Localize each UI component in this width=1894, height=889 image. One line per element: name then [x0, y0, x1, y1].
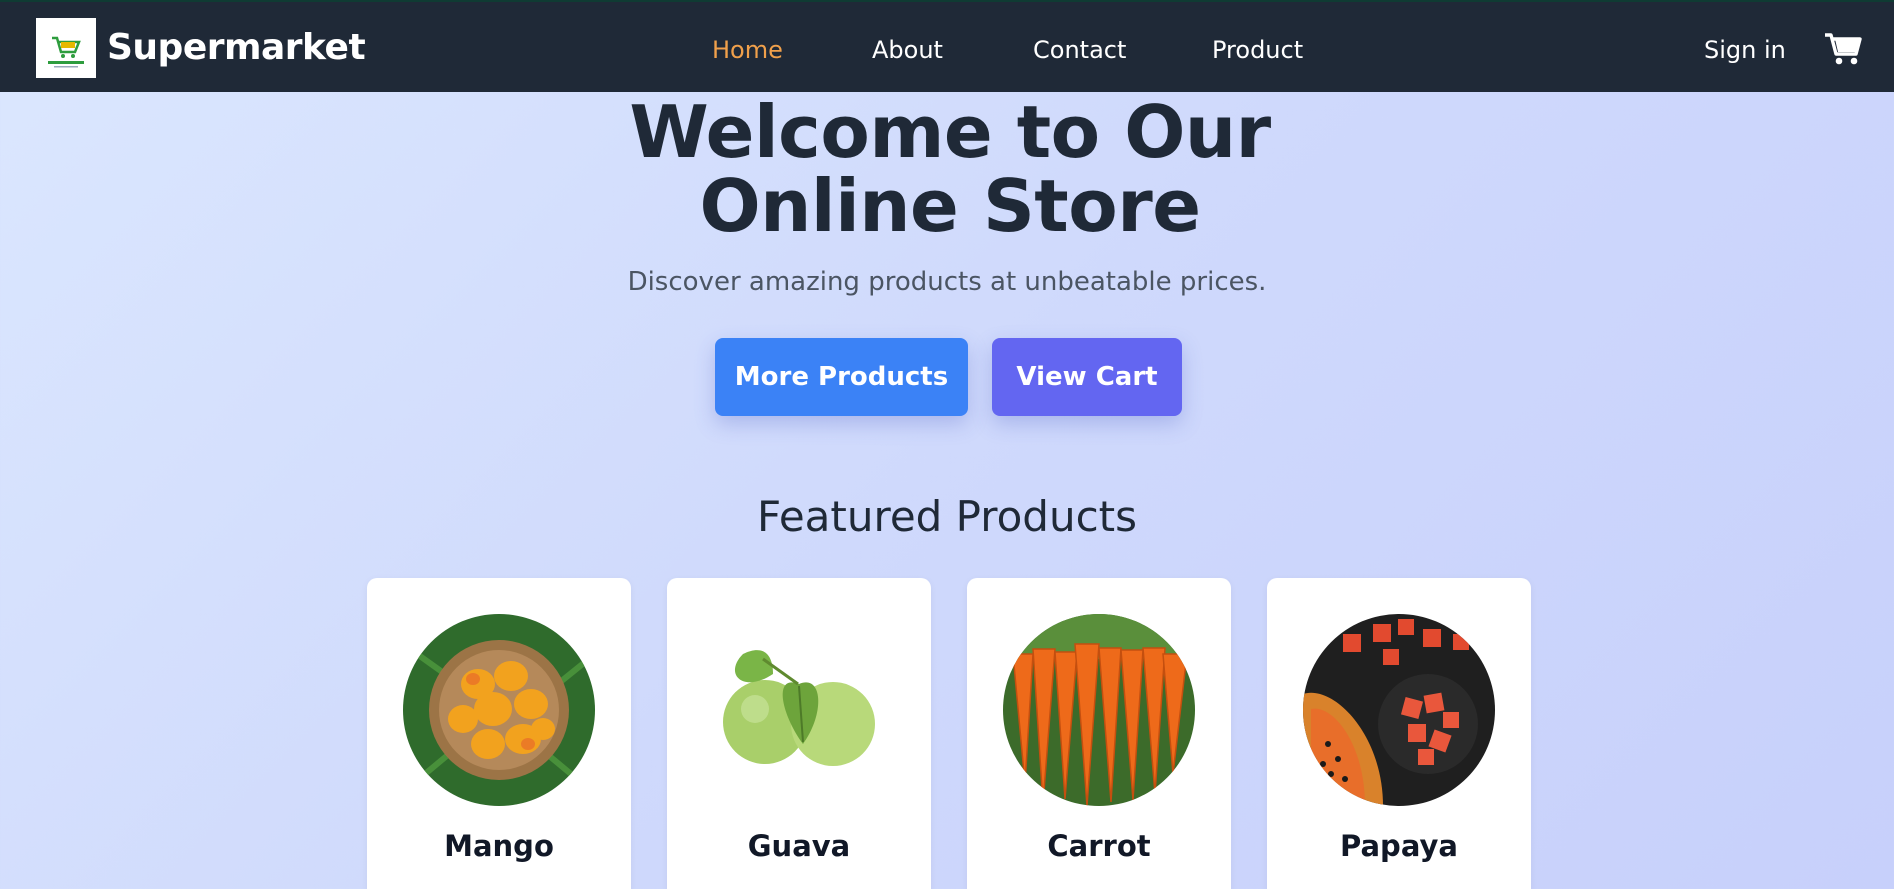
nav-contact[interactable]: Contact	[1033, 30, 1126, 70]
nav-home[interactable]: Home	[712, 30, 783, 70]
brand-name[interactable]: Supermarket	[107, 26, 366, 70]
view-cart-button[interactable]: View Cart	[992, 338, 1182, 416]
product-name-guava: Guava	[747, 829, 851, 863]
product-name-carrot: Carrot	[1047, 829, 1151, 863]
product-name-mango: Mango	[444, 829, 554, 863]
more-products-button[interactable]: More Products	[715, 338, 968, 416]
hero-subtitle: Discover amazing products at unbeatable …	[627, 267, 1267, 297]
papaya-image	[1303, 614, 1495, 806]
shopping-cart-icon[interactable]	[1824, 32, 1862, 66]
logo[interactable]	[36, 18, 96, 78]
featured-products-title: Featured Products	[756, 492, 1138, 541]
product-card-carrot[interactable]: Carrot	[967, 578, 1231, 889]
nav-about[interactable]: About	[872, 30, 943, 70]
carrot-image	[1003, 614, 1195, 806]
mango-image	[403, 614, 595, 806]
product-card-papaya[interactable]: Papaya	[1267, 578, 1531, 889]
product-card-guava[interactable]: Guava	[667, 578, 931, 889]
hero-title: Welcome to Our Online Store	[629, 90, 1271, 248]
guava-image	[703, 614, 895, 806]
cart-logo-icon	[36, 18, 96, 78]
top-navbar: Supermarket Home About Contact Product S…	[0, 0, 1894, 92]
product-card-mango[interactable]: Mango	[367, 578, 631, 889]
signin-link[interactable]: Sign in	[1704, 30, 1786, 70]
nav-product[interactable]: Product	[1212, 30, 1303, 70]
product-name-papaya: Papaya	[1340, 829, 1458, 863]
